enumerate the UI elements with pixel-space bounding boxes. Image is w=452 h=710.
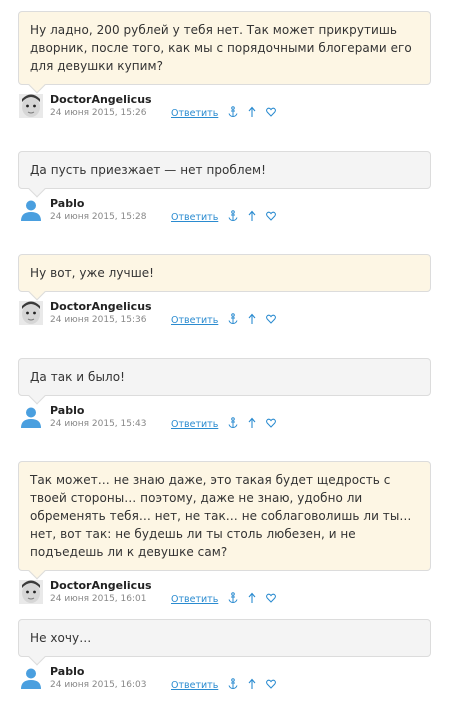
comment-text: Ну вот, уже лучше! (30, 266, 155, 280)
avatar[interactable] (19, 666, 43, 690)
comment-item: Да так и было! Pablo 24 июня 2015, 15:43… (18, 358, 431, 433)
comment-author[interactable]: DoctorAngelicus (50, 300, 152, 313)
heart-icon[interactable] (266, 417, 276, 429)
comment-text: Да пусть приезжает — нет проблем! (30, 163, 266, 177)
comment-item: Ну вот, уже лучше! DoctorAngelicus 24 ию… (18, 254, 431, 329)
reply-link[interactable]: Ответить (171, 315, 218, 326)
arrow-up-icon[interactable] (247, 210, 257, 222)
baby-photo-avatar-icon (19, 94, 43, 118)
arrow-up-icon[interactable] (247, 678, 257, 690)
comment-item: Так может… не знаю даже, это такая будет… (18, 461, 431, 608)
heart-icon[interactable] (266, 210, 276, 222)
comment-date: 24 июня 2015, 15:28 (50, 212, 147, 222)
comment-date: 24 июня 2015, 15:43 (50, 419, 147, 429)
reply-link[interactable]: Ответить (171, 594, 218, 605)
comment-date: 24 июня 2015, 15:36 (50, 315, 147, 325)
reply-link[interactable]: Ответить (171, 419, 218, 430)
comment-date: 24 июня 2015, 16:01 (50, 594, 147, 604)
bubble-tail (28, 283, 46, 301)
arrow-up-icon[interactable] (247, 592, 257, 604)
comment-meta: DoctorAngelicus 24 июня 2015, 15:36 Отве… (18, 300, 431, 329)
comment-meta: DoctorAngelicus 24 июня 2015, 16:01 Отве… (18, 579, 431, 608)
reply-link[interactable]: Ответить (171, 212, 218, 223)
comment-text: Да так и было! (30, 370, 125, 384)
comment-actions (228, 592, 276, 604)
bubble-tail (28, 387, 46, 405)
anchor-icon[interactable] (228, 210, 238, 222)
comment-date: 24 июня 2015, 15:26 (50, 108, 147, 118)
comment-actions (228, 210, 276, 222)
comment-bubble: Ну ладно, 200 рублей у тебя нет. Так мож… (18, 11, 431, 94)
heart-icon[interactable] (266, 106, 276, 118)
reply-link[interactable]: Ответить (171, 108, 218, 119)
comment-author[interactable]: Pablo (50, 404, 84, 417)
comment-date: 24 июня 2015, 16:03 (50, 680, 147, 690)
comment-meta: DoctorAngelicus 24 июня 2015, 15:26 Отве… (18, 93, 431, 122)
avatar[interactable] (19, 198, 43, 222)
comment-item: Да пусть приезжает — нет проблем! Pablo … (18, 151, 431, 226)
comment-actions (228, 417, 276, 429)
arrow-up-icon[interactable] (247, 417, 257, 429)
arrow-up-icon[interactable] (247, 313, 257, 325)
baby-photo-avatar-icon (19, 301, 43, 325)
bubble-tail (28, 180, 46, 198)
comment-text: Так может… не знаю даже, это такая будет… (30, 473, 412, 559)
default-user-avatar-icon (21, 200, 41, 221)
heart-icon[interactable] (266, 678, 276, 690)
comment-author[interactable]: Pablo (50, 665, 84, 678)
comment-text: Ну ладно, 200 рублей у тебя нет. Так мож… (30, 23, 412, 73)
comment-author[interactable]: DoctorAngelicus (50, 579, 152, 592)
reply-link[interactable]: Ответить (171, 680, 218, 691)
arrow-up-icon[interactable] (247, 106, 257, 118)
avatar[interactable] (19, 301, 43, 325)
default-user-avatar-icon (21, 668, 41, 689)
bubble-tail (28, 76, 46, 94)
comment-meta: Pablo 24 июня 2015, 15:43 Ответить (18, 404, 431, 433)
anchor-icon[interactable] (228, 106, 238, 118)
heart-icon[interactable] (266, 592, 276, 604)
comment-text: Не хочу… (30, 631, 92, 645)
avatar[interactable] (19, 94, 43, 118)
comment-actions (228, 106, 276, 118)
comment-author[interactable]: DoctorAngelicus (50, 93, 152, 106)
comment-meta: Pablo 24 июня 2015, 16:03 Ответить (18, 665, 431, 694)
anchor-icon[interactable] (228, 417, 238, 429)
comment-actions (228, 313, 276, 325)
comment-bubble: Да так и было! (18, 358, 431, 405)
heart-icon[interactable] (266, 313, 276, 325)
comment-item: Ну ладно, 200 рублей у тебя нет. Так мож… (18, 11, 431, 122)
bubble-tail (28, 562, 46, 580)
comment-bubble: Так может… не знаю даже, это такая будет… (18, 461, 431, 580)
baby-photo-avatar-icon (19, 580, 43, 604)
bubble-tail (28, 648, 46, 666)
default-user-avatar-icon (21, 407, 41, 428)
comment-bubble: Не хочу… (18, 619, 431, 666)
comment-actions (228, 678, 276, 690)
anchor-icon[interactable] (228, 592, 238, 604)
comment-meta: Pablo 24 июня 2015, 15:28 Ответить (18, 197, 431, 226)
comment-bubble: Ну вот, уже лучше! (18, 254, 431, 301)
anchor-icon[interactable] (228, 313, 238, 325)
avatar[interactable] (19, 580, 43, 604)
avatar[interactable] (19, 405, 43, 429)
anchor-icon[interactable] (228, 678, 238, 690)
comment-author[interactable]: Pablo (50, 197, 84, 210)
comment-bubble: Да пусть приезжает — нет проблем! (18, 151, 431, 198)
comment-item: Не хочу… Pablo 24 июня 2015, 16:03 Ответ… (18, 619, 431, 694)
